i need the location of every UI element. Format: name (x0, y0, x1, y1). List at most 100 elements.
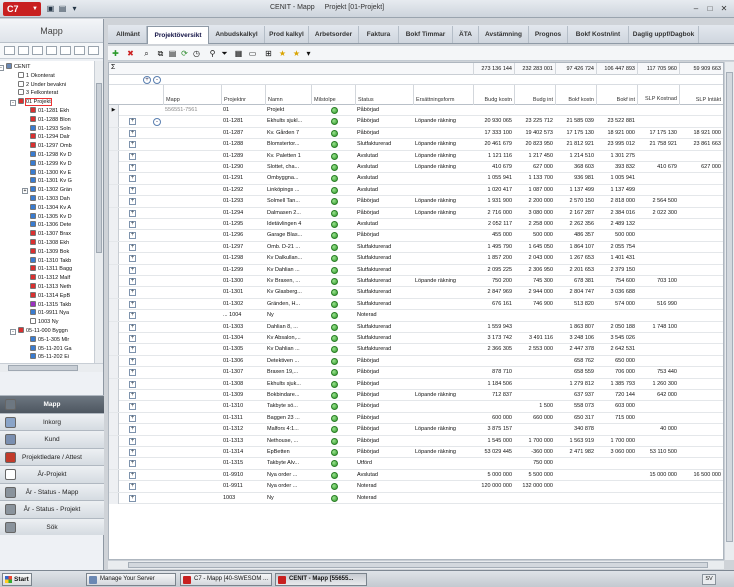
tree-node[interactable]: 01-1297 Omb (30, 142, 72, 151)
folder-tool-button[interactable] (32, 46, 43, 55)
tree-node[interactable]: 01-1306 Dete (30, 221, 71, 230)
column-header[interactable]: Projektnr (221, 85, 265, 105)
collapse-icon[interactable]: - (10, 328, 16, 335)
tree-node[interactable]: 1 Okonterat (18, 71, 55, 81)
tree-node[interactable]: 3 Felkonterat (18, 89, 58, 98)
tree-node[interactable]: 2 Under bevakni (18, 80, 66, 90)
row-selector[interactable] (109, 219, 119, 230)
expand-row-icon[interactable]: + (129, 460, 136, 468)
tree-node[interactable]: 1003 Ny (30, 318, 59, 327)
column-header[interactable]: SLP Kostnad (637, 85, 679, 105)
tree-horizontal-scrollbar[interactable] (0, 363, 103, 372)
collapse-all-icon[interactable]: - (153, 76, 161, 84)
row-selector[interactable] (109, 447, 119, 458)
tree-node[interactable]: 01-1281 Ekh (30, 107, 69, 116)
row-selector[interactable] (109, 355, 119, 367)
start-button[interactable]: Start (2, 573, 32, 586)
scroll-thumb[interactable] (96, 83, 102, 253)
tree-node[interactable]: 01-1288 Blon (30, 115, 71, 125)
row-selector[interactable] (109, 412, 119, 424)
tree-node[interactable]: 01-1311 Bagg (30, 265, 72, 274)
row-selector[interactable] (109, 116, 119, 128)
table-row[interactable]: ▶ 556551-7561 01 Projekt Påbörjad (109, 105, 723, 117)
tree-node[interactable]: 05-1-305 Mlr (30, 335, 69, 345)
print-icon[interactable]: ▤ (58, 4, 67, 13)
row-selector[interactable] (109, 184, 119, 196)
table-row[interactable]: +01-9910 Nya order ... Avslutad 5 000 000 5 … (109, 469, 723, 482)
folder-tool-button[interactable] (4, 46, 15, 55)
expand-row-icon[interactable]: + (129, 255, 136, 263)
row-selector[interactable] (109, 492, 119, 504)
expand-row-icon[interactable]: + (129, 414, 136, 422)
row-selector[interactable] (109, 230, 119, 242)
expand-row-icon[interactable]: + (129, 186, 136, 194)
collapse-icon[interactable]: - (10, 99, 16, 106)
tree-vertical-scrollbar[interactable] (94, 61, 103, 363)
table-row[interactable]: +01-1303 Dahlian 8, ... Slutfakturerad 1 55… (109, 321, 723, 333)
table-row[interactable]: +01-1307 Braxen 19,... Påbörjad 878 710 658 … (109, 367, 723, 379)
search-icon[interactable]: ⌕ (142, 49, 151, 58)
tree-node[interactable]: 01-1312 Malf (30, 274, 70, 283)
table-row[interactable]: +01-1312 Malfors 4:1... Påbörjad Löpande rä… (109, 424, 723, 436)
tree-node[interactable]: 01-1305 Kv D (30, 212, 72, 222)
table-row[interactable]: +01-1315 Takbyte Alv... Utförd 750 000 (109, 458, 723, 470)
table-row[interactable]: +01-1305 Kv Dahlian ... Slutfakturerad 2 36… (109, 344, 723, 356)
tab[interactable]: Arbetsorder (309, 26, 359, 43)
row-selector[interactable] (109, 435, 119, 447)
expand-row-icon[interactable]: + (129, 335, 136, 342)
table-row[interactable]: +01-1304 Kv Absalon,... Slutfakturerad 3 17… (109, 333, 723, 345)
minimize-icon[interactable]: – (690, 3, 702, 14)
image-icon[interactable]: ▦ (234, 49, 243, 58)
row-selector[interactable] (109, 139, 119, 151)
expand-row-icon[interactable]: + (129, 346, 136, 354)
tab[interactable]: Prod kalkyl (265, 26, 309, 43)
tree-node[interactable]: 01-1298 Kv D (30, 151, 72, 160)
expand-row-icon[interactable]: + (129, 392, 136, 399)
expand-row-icon[interactable]: + (129, 437, 136, 445)
expand-row-icon[interactable]: + (129, 471, 136, 479)
row-selector[interactable] (109, 333, 119, 344)
table-row[interactable]: +01-1293 Solmell Tan... Påbörjad Löpande rä… (109, 196, 723, 208)
table-row[interactable]: +01-1299 Kv Dahlian ... Slutfakturerad 2 09… (109, 264, 723, 276)
table-row[interactable]: +01-1297 Omb. D-21 ... Slutfakturerad 1 495… (109, 241, 723, 254)
expand-all-icon[interactable]: + (143, 76, 151, 84)
nav-button[interactable]: År-Projekt (0, 465, 104, 483)
folder-tool-button[interactable] (18, 46, 29, 55)
row-selector[interactable] (109, 162, 119, 173)
expand-row-icon[interactable]: + (129, 494, 136, 502)
add-icon[interactable]: ✚ (111, 49, 120, 58)
table-row[interactable]: +01-1287 Kv. Gården 7 Påbörjad 17 333 100 19… (109, 127, 723, 140)
tree-node[interactable]: 01-1308 Ekh (30, 239, 69, 248)
table-row[interactable]: +01-9911 Nya order ... Noterad 120 000 000 1… (109, 481, 723, 493)
tree-node[interactable]: 01-1300 Kv E (30, 168, 71, 178)
funnel-icon[interactable]: ⏷ (220, 49, 229, 58)
grid-vertical-scrollbar[interactable] (724, 62, 734, 560)
tree-node[interactable]: 01 Projekt (18, 98, 52, 107)
taskbar-item[interactable]: Manage Your Server (86, 573, 176, 586)
nav-button[interactable]: Mapp (0, 395, 104, 413)
tree-node[interactable]: 01-1309 Bok (30, 247, 69, 257)
table-row[interactable]: +01-1310 Takbyte sö... Påbörjad 1 500 558 07… (109, 401, 723, 413)
table-row[interactable]: +01-1308 Ekhults sjuk... Påbörjad 1 184 506… (109, 378, 723, 390)
row-selector[interactable] (109, 150, 119, 162)
table-row[interactable]: +01-1290 Slottet, cha... Avslutad Löpande r… (109, 162, 723, 174)
folder-tool-button[interactable] (88, 46, 99, 55)
table-row[interactable]: +01-1288 Blomstertor... Slutfakturerad Löpa… (109, 139, 723, 151)
expand-row-icon[interactable]: + (129, 312, 136, 320)
tree-node[interactable]: 01-1302 Grän (30, 186, 72, 195)
table-row[interactable]: +01-1302 Gränden, H... Slutfakturerad 676 1… (109, 298, 723, 311)
table-row[interactable]: + ... 1004 Ny Noterad (109, 310, 723, 322)
expand-row-icon[interactable]: + (129, 357, 136, 365)
tree-node[interactable]: 05-11-201 Ga (30, 344, 72, 354)
expand-row-icon[interactable]: + (129, 118, 136, 126)
app-menu-button[interactable]: C7 ▼ (3, 2, 41, 16)
column-header[interactable]: Milstolpe (311, 85, 355, 105)
expand-row-icon[interactable]: + (129, 221, 136, 228)
table-row[interactable]: +01-1301 Kv Glasberg... Slutfakturerad 2 84… (109, 287, 723, 299)
row-selector[interactable]: ▶ (109, 105, 119, 116)
folder-tool-button[interactable] (60, 46, 71, 55)
expand-row-icon[interactable]: + (129, 243, 136, 251)
dropdown-arrow-icon[interactable]: ▾ (70, 4, 79, 13)
row-selector[interactable] (109, 469, 119, 481)
group-toggle-icon[interactable]: - (153, 117, 161, 126)
